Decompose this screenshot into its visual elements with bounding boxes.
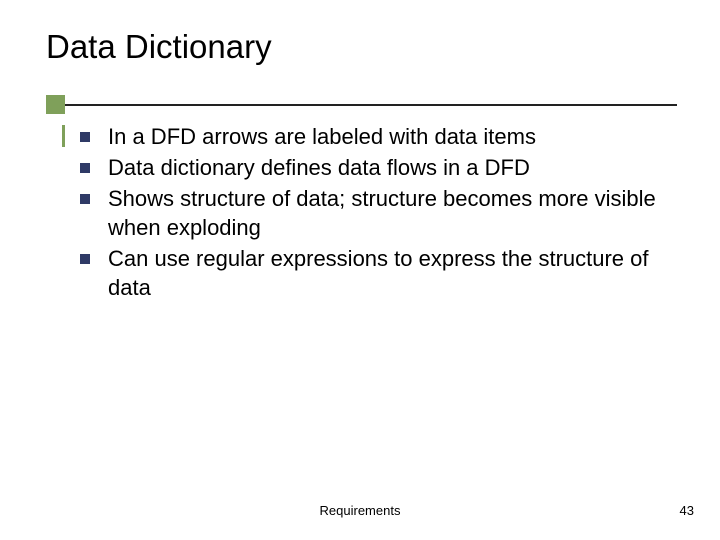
page-number: 43 (680, 503, 694, 518)
title-rule (62, 104, 677, 106)
bullet-list: In a DFD arrows are labeled with data it… (80, 122, 660, 304)
slide-title: Data Dictionary (46, 28, 272, 66)
list-item: Can use regular expressions to express t… (80, 244, 660, 302)
title-accent-square-icon (46, 95, 65, 114)
bullet-square-icon (80, 194, 90, 204)
bullet-square-icon (80, 254, 90, 264)
list-item: Shows structure of data; structure becom… (80, 184, 660, 242)
bullet-text: Shows structure of data; structure becom… (108, 184, 660, 242)
slide: Data Dictionary In a DFD arrows are labe… (0, 0, 720, 540)
bullet-square-icon (80, 163, 90, 173)
bullet-text: Data dictionary defines data flows in a … (108, 153, 660, 182)
footer-title: Requirements (0, 503, 720, 518)
list-item: In a DFD arrows are labeled with data it… (80, 122, 660, 151)
bullet-square-icon (80, 132, 90, 142)
title-accent-tick-icon (62, 125, 65, 147)
bullet-text: Can use regular expressions to express t… (108, 244, 660, 302)
bullet-text: In a DFD arrows are labeled with data it… (108, 122, 660, 151)
list-item: Data dictionary defines data flows in a … (80, 153, 660, 182)
